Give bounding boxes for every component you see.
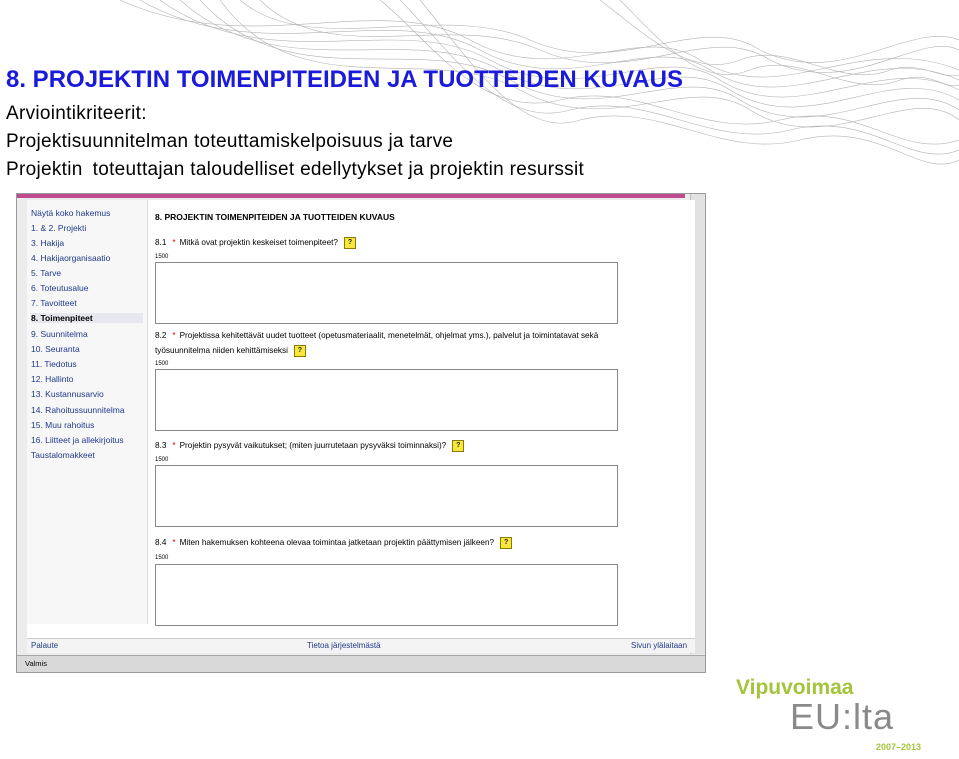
criteria-item-2-part-a: Projektin (6, 159, 83, 180)
question-number: 8.3 (155, 441, 167, 451)
answer-textarea-8-2[interactable] (155, 369, 618, 431)
sidebar-item-tiedotus[interactable]: 11. Tiedotus (31, 359, 77, 369)
question-text: Mitkä ovat projektin keskeiset toimenpit… (179, 238, 338, 248)
footer-bar: Palaute Tietoa järjestelmästä Sivun yläl… (27, 638, 695, 653)
help-icon[interactable]: ? (500, 537, 513, 549)
status-bar: Valmis (17, 655, 705, 672)
slide-title: 8. PROJEKTIN TOIMENPITEIDEN JA TUOTTEIDE… (6, 66, 683, 93)
sidebar-item-kustannusarvio[interactable]: 13. Kustannusarvio (31, 389, 104, 399)
question-8-3: 8.3 * Projektin pysyvät vaikutukset; (mite… (155, 440, 465, 452)
answer-textarea-8-4[interactable] (155, 564, 618, 626)
sidebar-item-suunnitelma[interactable]: 9. Suunnitelma (31, 329, 88, 339)
sidebar-item-hakija[interactable]: 3. Hakija (31, 238, 64, 248)
sidebar-item-hakijaorganisaatio[interactable]: 4. Hakijaorganisaatio (31, 253, 110, 263)
question-8-2-line-2: työsuunnitelma niiden kehittämiseksi? (155, 345, 306, 357)
question-text: Projektissa kehitettävät uudet tuotteet … (179, 331, 599, 340)
sidebar-item-toteutusalue[interactable]: 6. Toteutusalue (31, 283, 89, 293)
question-8-2: 8.2 * Projektissa kehitettävät uudet tuott… (155, 331, 598, 340)
required-marker: * (172, 538, 176, 548)
criteria-item-1: Projektisuunnitelman toteuttamiskelpoisu… (6, 131, 454, 152)
page-area: Näytä koko hakemus 1. & 2. Projekti 3. H… (27, 200, 695, 653)
required-marker: * (172, 331, 176, 340)
criteria-item-2: Projektin toteuttajan taloudelliset edell… (6, 159, 594, 181)
question-8-1: 8.1 * Mitkä ovat projektin keskeiset toime… (155, 237, 356, 249)
system-info-link[interactable]: Tietoa järjestelmästä (307, 641, 381, 650)
question-number: 8.4 (155, 538, 167, 548)
sidebar-item-toimenpiteet[interactable]: 8. Toimenpiteet (31, 313, 143, 323)
vipuvoimaa-logo: Vipuvoimaa EU:lta 2007–2013 (736, 676, 936, 756)
question-number: 8.2 (155, 331, 167, 340)
question-text: Miten hakemuksen kohteena olevaa toimint… (179, 538, 495, 548)
char-limit: 1500 (155, 254, 169, 260)
form-content: 8. PROJEKTIN TOIMENPITEIDEN JA TUOTTEIDE… (155, 200, 695, 630)
criteria-heading: Arviointikriteerit: (6, 103, 147, 124)
sidebar-item-tarve[interactable]: 5. Tarve (31, 268, 61, 278)
sidebar-item-nayta-koko-hakemus[interactable]: Näytä koko hakemus (31, 208, 110, 218)
application-window: Näytä koko hakemus 1. & 2. Projekti 3. H… (16, 193, 706, 673)
char-limit: 1500 (155, 361, 169, 367)
back-to-top-link[interactable]: Sivun ylälaitaan (631, 641, 687, 650)
feedback-link[interactable]: Palaute (31, 641, 58, 650)
sidebar-item-tavoitteet[interactable]: 7. Tavoitteet (31, 298, 77, 308)
sidebar-item-hallinto[interactable]: 12. Hallinto (31, 374, 74, 384)
answer-textarea-8-1[interactable] (155, 262, 618, 324)
question-8-4: 8.4 * Miten hakemuksen kohteena olevaa toi… (155, 537, 513, 549)
logo-years: 2007–2013 (876, 742, 922, 752)
criteria-item-2-part-b: toteuttajan taloudelliset edellytykset j… (92, 159, 585, 180)
form-section-title: 8. PROJEKTIN TOIMENPITEIDEN JA TUOTTEIDE… (155, 212, 395, 222)
sidebar-item-seuranta[interactable]: 10. Seuranta (31, 344, 80, 354)
question-text: Projektin pysyvät vaikutukset; (miten ju… (179, 441, 447, 451)
question-text-continued: työsuunnitelma niiden kehittämiseksi (155, 346, 288, 356)
required-marker: * (172, 238, 176, 248)
status-text: Valmis (25, 659, 47, 668)
answer-textarea-8-3[interactable] (155, 465, 618, 527)
required-marker: * (172, 441, 176, 451)
sidebar-item-liitteet[interactable]: 16. Liitteet ja allekirjoitus (31, 435, 124, 445)
window-top-accent (17, 194, 685, 198)
logo-line-2: EU:lta (790, 696, 895, 737)
help-icon[interactable]: ? (293, 345, 306, 357)
help-icon[interactable]: ? (343, 237, 356, 249)
sidebar-nav: Näytä koko hakemus 1. & 2. Projekti 3. H… (27, 200, 148, 624)
char-limit: 1500 (155, 555, 169, 561)
sidebar-item-taustalomakkeet[interactable]: Taustalomakkeet (31, 450, 95, 460)
help-icon[interactable]: ? (452, 440, 465, 452)
char-limit: 1500 (155, 457, 169, 463)
sidebar-item-muu-rahoitus[interactable]: 15. Muu rahoitus (31, 420, 94, 430)
question-number: 8.1 (155, 238, 167, 248)
sidebar-item-projekti[interactable]: 1. & 2. Projekti (31, 223, 86, 233)
sidebar-item-rahoitussuunnitelma[interactable]: 14. Rahoitussuunnitelma (31, 405, 125, 415)
